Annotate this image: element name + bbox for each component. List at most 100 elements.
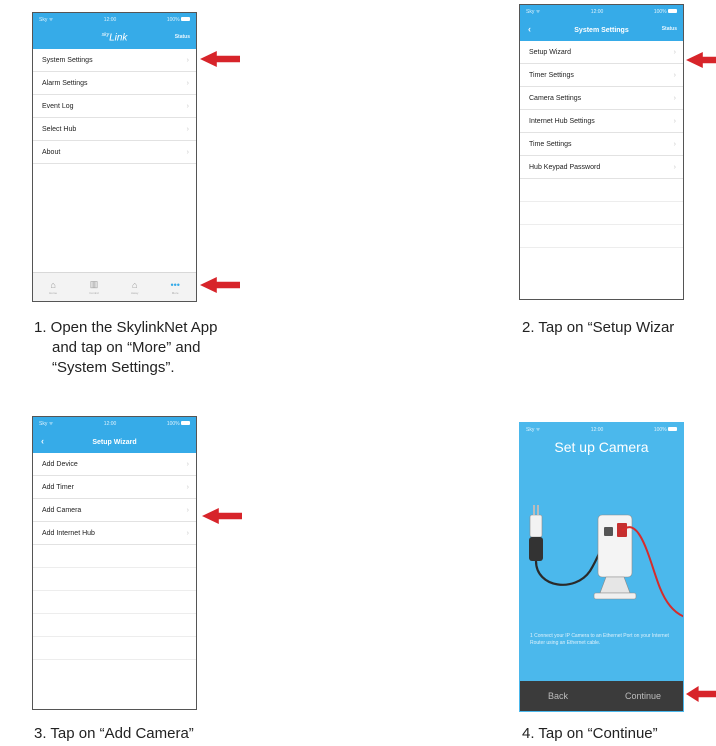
chevron-right-icon: › bbox=[186, 56, 189, 64]
house-icon: ⌂ bbox=[131, 279, 138, 290]
menu-item-select-hub[interactable]: Select Hub › bbox=[33, 118, 196, 141]
menu-item-label: Setup Wizard bbox=[529, 48, 572, 56]
chevron-right-icon: › bbox=[673, 117, 676, 125]
status-button[interactable]: Status bbox=[662, 26, 677, 32]
menu-item-setup-wizard[interactable]: Setup Wizard › bbox=[520, 41, 683, 64]
nav-bar: skyLink Status bbox=[33, 27, 196, 49]
more-menu-list: System Settings › Alarm Settings › Event L… bbox=[33, 49, 196, 164]
tab-label: Away bbox=[131, 290, 139, 295]
menu-item-label: Camera Settings bbox=[529, 94, 582, 102]
tab-control[interactable]: ▥ Control bbox=[89, 279, 99, 295]
menu-item-time-settings[interactable]: Time Settings › bbox=[520, 133, 683, 156]
chevron-right-icon: › bbox=[186, 125, 189, 133]
list-divider bbox=[33, 637, 196, 660]
menu-item-label: Timer Settings bbox=[529, 71, 574, 79]
chevron-right-icon: › bbox=[673, 140, 676, 148]
menu-item-label: System Settings bbox=[42, 56, 93, 64]
tab-away[interactable]: ⌂ Away bbox=[131, 280, 138, 295]
menu-item-add-internet-hub[interactable]: Add Internet Hub › bbox=[33, 522, 196, 545]
tab-more[interactable]: ••• More bbox=[170, 280, 179, 295]
menu-item-add-camera[interactable]: Add Camera › bbox=[33, 499, 196, 522]
red-pointer-arrow-setup-wizard bbox=[686, 52, 716, 68]
screen-title: Set up Camera bbox=[554, 439, 649, 455]
status-button[interactable]: Status bbox=[175, 34, 190, 40]
phone-screen-more-menu: Sky ᯤ 12:00 100% skyLink Status System S… bbox=[32, 12, 197, 302]
home-icon: ⌂ bbox=[50, 279, 56, 290]
status-bar: Sky ᯤ 12:00 100% bbox=[520, 5, 683, 19]
chevron-right-icon: › bbox=[186, 506, 189, 514]
more-icon: ••• bbox=[170, 279, 180, 290]
clock-label: 12:00 bbox=[590, 427, 604, 433]
step-1-caption: 1. Open the SkylinkNet App and tap on “M… bbox=[34, 318, 217, 378]
menu-item-label: Event Log bbox=[42, 102, 74, 110]
list-divider bbox=[33, 545, 196, 568]
menu-item-label: Select Hub bbox=[42, 125, 77, 133]
chevron-right-icon: › bbox=[673, 163, 676, 171]
camera-router-icon bbox=[529, 505, 683, 618]
carrier-label: Sky ᯤ bbox=[526, 427, 541, 433]
battery-icon bbox=[668, 427, 677, 431]
back-chevron-icon[interactable]: ‹ bbox=[528, 24, 531, 34]
menu-item-alarm-settings[interactable]: Alarm Settings › bbox=[33, 72, 196, 95]
menu-item-internet-hub-settings[interactable]: Internet Hub Settings › bbox=[520, 110, 683, 133]
continue-button[interactable]: Continue bbox=[625, 691, 661, 701]
chevron-right-icon: › bbox=[673, 48, 676, 56]
menu-item-timer-settings[interactable]: Timer Settings › bbox=[520, 64, 683, 87]
phone-screen-set-up-camera: Sky ᯤ 12:00 100% Set up Camera 1 Connect… bbox=[519, 422, 684, 712]
bottom-action-bar: Back Continue bbox=[520, 681, 683, 711]
chevron-right-icon: › bbox=[186, 79, 189, 87]
list-divider bbox=[520, 179, 683, 202]
battery-indicator: 100% bbox=[654, 9, 677, 15]
carrier-label: Sky ᯤ bbox=[39, 421, 54, 427]
menu-item-add-device[interactable]: Add Device › bbox=[33, 453, 196, 476]
tablet-icon: ▥ bbox=[89, 279, 99, 289]
menu-item-system-settings[interactable]: System Settings › bbox=[33, 49, 196, 72]
system-settings-list: Setup Wizard › Timer Settings › Camera Set… bbox=[520, 41, 683, 248]
tab-home[interactable]: ⌂ Home bbox=[49, 280, 57, 295]
back-chevron-icon[interactable]: ‹ bbox=[41, 436, 44, 446]
menu-item-label: Hub Keypad Password bbox=[529, 163, 601, 171]
menu-item-label: About bbox=[42, 148, 61, 156]
menu-item-about[interactable]: About › bbox=[33, 141, 196, 164]
battery-indicator: 100% bbox=[167, 17, 190, 23]
list-divider bbox=[33, 591, 196, 614]
menu-item-hub-keypad-password[interactable]: Hub Keypad Password › bbox=[520, 156, 683, 179]
clock-label: 12:00 bbox=[590, 9, 604, 15]
nav-bar: ‹ System Settings Status bbox=[520, 19, 683, 41]
chevron-right-icon: › bbox=[186, 148, 189, 156]
app-logo: skyLink bbox=[101, 32, 128, 44]
menu-item-label: Time Settings bbox=[529, 140, 572, 148]
phone-screen-setup-wizard: Sky ᯤ 12:00 100% ‹ Setup Wizard Add Devi… bbox=[32, 416, 197, 710]
nav-bar: ‹ Setup Wizard bbox=[33, 431, 196, 453]
tab-label: More bbox=[171, 290, 179, 295]
chevron-right-icon: › bbox=[186, 102, 189, 110]
status-bar: Sky ᯤ 12:00 100% bbox=[33, 13, 196, 27]
tab-bar: ⌂ Home ▥ Control ⌂ Away ••• More bbox=[33, 272, 196, 301]
menu-item-camera-settings[interactable]: Camera Settings › bbox=[520, 87, 683, 110]
setup-instruction-text: 1 Connect your IP Camera to an Ethernet … bbox=[530, 633, 669, 646]
back-button[interactable]: Back bbox=[548, 691, 568, 701]
battery-icon bbox=[668, 9, 677, 13]
red-pointer-arrow-continue bbox=[686, 686, 716, 702]
chevron-right-icon: › bbox=[186, 460, 189, 468]
status-bar: Sky ᯤ 12:00 100% bbox=[520, 423, 683, 437]
step-3-caption: 3. Tap on “Add Camera” bbox=[34, 725, 194, 742]
list-divider bbox=[33, 614, 196, 637]
menu-item-add-timer[interactable]: Add Timer › bbox=[33, 476, 196, 499]
list-divider bbox=[520, 225, 683, 248]
tab-label: Home bbox=[49, 290, 58, 295]
menu-item-label: Add Device bbox=[42, 460, 78, 468]
list-divider bbox=[520, 202, 683, 225]
menu-item-event-log[interactable]: Event Log › bbox=[33, 95, 196, 118]
screen-title: Setup Wizard bbox=[92, 438, 137, 446]
setup-wizard-list: Add Device › Add Timer › Add Camera › Add I… bbox=[33, 453, 196, 660]
caption-line: 1. Open the SkylinkNet App bbox=[34, 319, 218, 336]
phone-screen-system-settings: Sky ᯤ 12:00 100% ‹ System Settings Statu… bbox=[519, 4, 684, 300]
list-divider bbox=[33, 568, 196, 591]
menu-item-label: Alarm Settings bbox=[42, 79, 88, 87]
caption-line: and tap on “More” and bbox=[52, 339, 201, 356]
chevron-right-icon: › bbox=[673, 94, 676, 102]
status-bar: Sky ᯤ 12:00 100% bbox=[33, 417, 196, 431]
chevron-right-icon: › bbox=[673, 71, 676, 79]
menu-item-label: Add Timer bbox=[42, 483, 74, 491]
